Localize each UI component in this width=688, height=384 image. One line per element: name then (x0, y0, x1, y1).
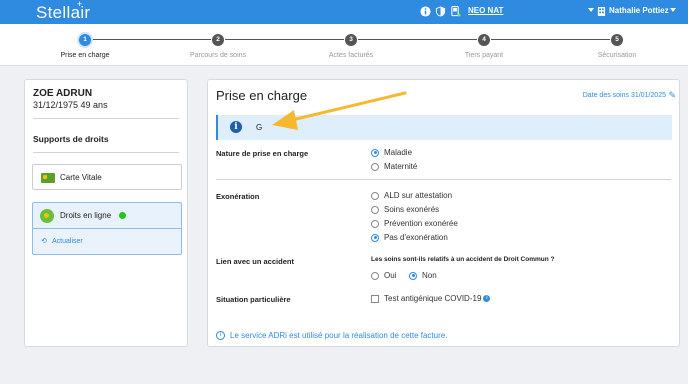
divider (216, 179, 671, 180)
step-number: 3 (345, 34, 357, 46)
radio-button[interactable] (371, 271, 379, 280)
chevron-down-icon[interactable] (588, 8, 594, 12)
step-label: Parcours de soins (189, 52, 247, 59)
step-label: Actes facturés (328, 52, 374, 59)
step-number: 4 (478, 34, 490, 46)
online-status-dot (119, 212, 126, 219)
radio-maladie[interactable]: Maladie (371, 148, 412, 157)
situation-label: Situation particulière (216, 295, 291, 304)
option-label: Pas d'exonération (384, 233, 448, 242)
date-des-soins-link[interactable]: Date des soins 31/01/2025 (583, 92, 666, 99)
chevron-down-icon[interactable] (670, 8, 676, 12)
building-icon (597, 7, 606, 16)
divider (33, 118, 179, 119)
pencil-icon[interactable]: ✎ (668, 90, 676, 101)
option-label: ALD sur attestation (384, 191, 453, 200)
radio-ald[interactable]: ALD sur attestation (371, 191, 452, 200)
step-tiers-payant[interactable]: 4 Tiers payant (434, 34, 534, 59)
radio-button[interactable] (371, 191, 379, 200)
covid-checkbox[interactable]: Test antigénique COVID-19 i (371, 294, 491, 303)
step-label: Sécurisation (597, 52, 637, 59)
info-icon: i (230, 121, 242, 133)
step-number: 1 (79, 34, 91, 46)
option-label: Maternité (384, 162, 418, 171)
info-text: G (256, 123, 263, 132)
nature-label: Nature de prise en charge (216, 149, 309, 158)
option-label: Prévention exonérée (384, 219, 458, 228)
step-prise-en-charge[interactable]: 1 Prise en charge (35, 34, 135, 59)
app-logo-plus: + (77, 0, 83, 9)
radio-button[interactable] (371, 219, 379, 228)
top-bar: Stellair + NEO NAT Nathalie Pottiez (0, 0, 688, 24)
radio-button[interactable] (371, 205, 379, 214)
radio-button[interactable] (371, 233, 379, 242)
option-label: Soins exonérés (384, 205, 440, 214)
patient-name: ZOE ADRUN (33, 88, 93, 99)
user-menu[interactable]: Nathalie Pottiez (609, 6, 669, 15)
step-label: Tiers payant (464, 52, 504, 59)
droits-en-ligne-label: Droits en ligne (60, 211, 112, 220)
step-actes-factures[interactable]: 3 Actes facturés (301, 34, 401, 59)
step-number: 5 (611, 34, 623, 46)
divider (33, 152, 179, 153)
option-label: Maladie (384, 148, 413, 157)
adri-footnote: i Le service ADRi est utilisé pour la ré… (216, 331, 447, 340)
radio-pas-exoneration[interactable]: Pas d'exonération (371, 233, 448, 242)
radio-maternite[interactable]: Maternité (371, 162, 417, 171)
info-circle-icon: i (216, 331, 225, 340)
adri-icon (40, 209, 54, 223)
actualiser-link[interactable]: ⟲ Actualiser (41, 237, 83, 245)
supports-title: Supports de droits (33, 134, 109, 144)
radio-oui[interactable]: Oui (371, 271, 396, 280)
shield-icon[interactable] (435, 6, 446, 17)
prise-en-charge-panel: Prise en charge Date des soins 31/01/202… (207, 79, 680, 347)
checkbox[interactable] (371, 294, 379, 303)
exoneration-label: Exonération (216, 192, 260, 201)
checkbox-label: Test antigénique COVID-19 (384, 294, 482, 303)
droits-en-ligne-button[interactable]: Droits en ligne (32, 202, 182, 228)
stepper: 1 Prise en charge 2 Parcours de soins 3 … (0, 24, 688, 66)
option-label: Oui (384, 271, 397, 280)
radio-button[interactable] (371, 148, 379, 157)
step-label: Prise en charge (60, 52, 110, 59)
radio-prevention[interactable]: Prévention exonérée (371, 219, 458, 228)
accident-label: Lien avec un accident (216, 257, 294, 266)
info-icon[interactable] (420, 6, 431, 17)
accident-question: Les soins sont-ils relatifs à un acciden… (371, 256, 555, 263)
radio-button[interactable] (371, 162, 379, 171)
step-securisation[interactable]: 5 Sécurisation (567, 34, 667, 59)
step-number: 2 (212, 34, 224, 46)
patient-dob: 31/12/1975 49 ans (33, 100, 108, 110)
radio-button[interactable] (409, 271, 417, 280)
option-label: Non (422, 271, 437, 280)
footnote-text: Le service ADRi est utilisé pour la réal… (230, 331, 448, 340)
actualiser-row: ⟲ Actualiser (32, 228, 182, 255)
carte-vitale-button[interactable]: Carte Vitale (32, 164, 182, 190)
patient-panel: ZOE ADRUN 31/12/1975 49 ans Supports de … (24, 79, 188, 347)
radio-non[interactable]: Non (409, 271, 437, 280)
carte-vitale-icon (41, 173, 55, 183)
radio-soins-exoneres[interactable]: Soins exonérés (371, 205, 439, 214)
carte-vitale-label: Carte Vitale (60, 173, 102, 182)
actualiser-label: Actualiser (52, 238, 83, 245)
info-icon[interactable]: i (483, 295, 491, 302)
step-parcours-de-soins[interactable]: 2 Parcours de soins (168, 34, 268, 59)
organization-select[interactable]: NEO NAT (468, 6, 595, 15)
page-title: Prise en charge (216, 88, 308, 103)
refresh-icon: ⟲ (41, 238, 47, 245)
info-banner: i G (216, 115, 672, 140)
device-icon[interactable] (450, 6, 461, 17)
